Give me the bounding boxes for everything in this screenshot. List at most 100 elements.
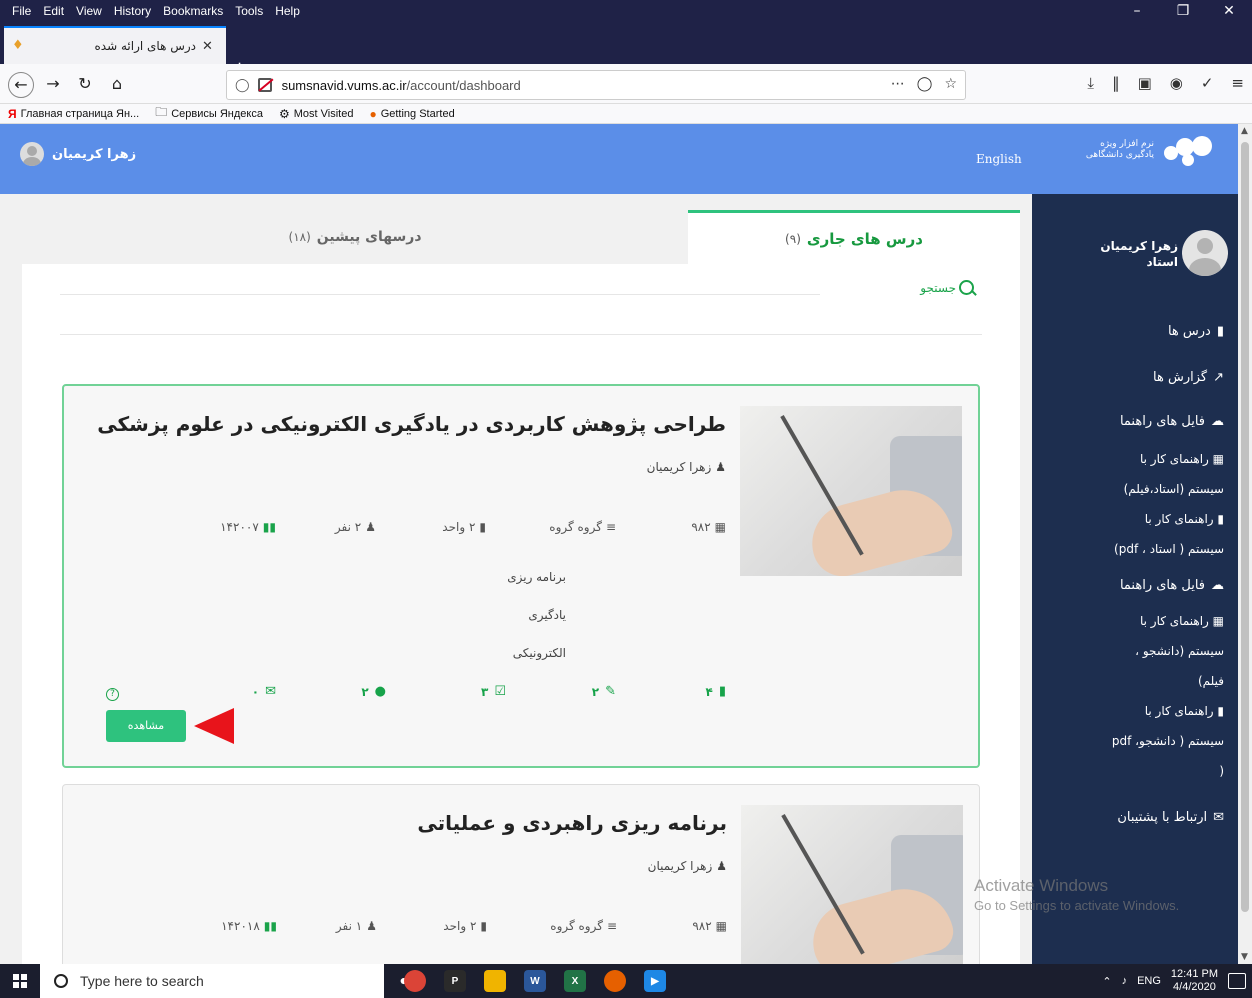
scroll-up-icon[interactable]: ▲ xyxy=(1241,126,1248,136)
insecure-lock-icon[interactable] xyxy=(257,78,272,92)
page-viewport: زهرا کریمیان English نرم افزار ویژه یادگ… xyxy=(0,124,1238,964)
nav-toolbar: ← → ↻ ⌂ ◯ sumsnavid.vums.ac.ir/account/d… xyxy=(0,64,1252,104)
clock[interactable]: 12:41 PM 4/4/2020 xyxy=(1171,968,1218,994)
scroll-thumb[interactable] xyxy=(1241,142,1249,912)
users-icon: ♟ xyxy=(366,919,377,933)
close-tab-icon[interactable]: ✕ xyxy=(202,39,216,54)
browser-tab[interactable]: ♦ درس های ارائه شده ✕ xyxy=(4,26,226,64)
tracking-shield-icon[interactable]: ◯ xyxy=(235,78,250,93)
users-icon: ♟ xyxy=(365,520,376,534)
search-toggle[interactable]: جستجو xyxy=(920,280,974,295)
bookmark-star-icon[interactable]: ☆ xyxy=(944,76,957,92)
media-player-icon[interactable]: ▶ xyxy=(644,970,666,992)
sidebar-item-reports[interactable]: ↗ گزارش ها xyxy=(1153,370,1224,385)
check-square-icon: ☑ xyxy=(494,684,506,699)
notifications-icon[interactable] xyxy=(1228,973,1246,989)
page-scrollbar[interactable]: ▲ ▼ xyxy=(1238,124,1252,964)
menu-edit[interactable]: Edit xyxy=(37,4,70,18)
guide-teacher-pdf-link[interactable]: ▮ راهنمای کار با xyxy=(1044,504,1224,534)
stat-messages[interactable]: ✉ ۰ xyxy=(252,684,276,699)
stat-quizzes[interactable]: ☑ ۳ xyxy=(481,684,506,699)
sidebar-toggle-icon[interactable]: ▣ xyxy=(1138,74,1152,92)
minimize-icon[interactable]: – xyxy=(1114,0,1160,22)
menu-history[interactable]: History xyxy=(108,4,157,18)
file-explorer-icon[interactable] xyxy=(484,970,506,992)
course-title[interactable]: برنامه ریزی راهبردی و عملیاتی xyxy=(417,811,727,835)
home-icon[interactable]: ⌂ xyxy=(104,72,130,98)
start-button[interactable] xyxy=(0,964,40,998)
account-icon[interactable]: ◉ xyxy=(1170,74,1183,92)
windows-logo-icon xyxy=(13,974,27,988)
course-group-name: برنامه ریزی یادگیری الکترونیکی xyxy=(507,570,566,660)
tab-current-courses[interactable]: درس های جاری (۹) xyxy=(688,210,1020,264)
calendar-icon: ▦ xyxy=(714,520,726,534)
course-title[interactable]: طراحی پژوهش کاربردی در یادگیری الکترونیک… xyxy=(97,412,726,436)
view-course-button[interactable]: مشاهده xyxy=(106,710,186,742)
sidebar-item-support[interactable]: ✉ ارتباط با پشتیبان xyxy=(1117,810,1224,825)
pocket-icon[interactable]: ◯ xyxy=(917,76,933,92)
forward-icon[interactable]: → xyxy=(40,72,66,98)
course-card: طراحی پژوهش کاربردی در یادگیری الکترونیک… xyxy=(62,384,980,768)
stat-assignments[interactable]: ✎ ۲ xyxy=(592,684,616,699)
chrome-icon[interactable] xyxy=(404,970,426,992)
help-icon[interactable]: ? xyxy=(106,688,119,701)
header-user[interactable]: زهرا کریمیان xyxy=(20,142,136,166)
downloads-icon[interactable]: ⤓ xyxy=(1087,74,1094,92)
back-icon[interactable]: ← xyxy=(8,72,34,98)
english-link[interactable]: English xyxy=(976,152,1022,166)
menu-help[interactable]: Help xyxy=(269,4,306,18)
menu-file[interactable]: File xyxy=(0,4,37,18)
book-icon: ▮ xyxy=(1216,324,1224,339)
guide-teacher-video-link[interactable]: ▦ راهنمای کار با xyxy=(1044,444,1224,474)
main-panel: درس های جاری (۹) درسهای پیشین (۱۸) جستجو… xyxy=(22,210,1020,964)
firefox-icon[interactable] xyxy=(604,970,626,992)
sidebar-item-guide-files[interactable]: ☁ فایل های راهنما xyxy=(1120,414,1224,429)
bookmark-most-visited[interactable]: ⚙ Most Visited xyxy=(279,107,353,121)
close-window-icon[interactable]: ✕ xyxy=(1206,0,1252,22)
course-tabs: درس های جاری (۹) درسهای پیشین (۱۸) xyxy=(22,210,1020,264)
sidebar: زهرا کریمیان استاد ▮ درس ها ↗ گزارش ها ☁… xyxy=(1032,194,1238,964)
list-icon: ≡ xyxy=(606,919,617,933)
book-icon: ▮ xyxy=(479,520,486,534)
restore-icon[interactable]: ❐ xyxy=(1160,0,1206,22)
bookmark-getting-started[interactable]: ● Getting Started xyxy=(369,107,454,121)
cart-icon[interactable]: ✓ xyxy=(1201,74,1214,92)
page-actions-icon[interactable]: ⋯ xyxy=(891,76,905,92)
barcode-icon: ▮▮ xyxy=(262,520,276,534)
sidebar-item-guide-files-2[interactable]: ☁ فایل های راهنما xyxy=(1120,578,1224,593)
cloud-download-icon: ☁ xyxy=(1211,578,1224,593)
stat-files[interactable]: ▮ ۴ xyxy=(706,684,726,699)
cortana-icon xyxy=(54,974,68,988)
tab-past-courses[interactable]: درسهای پیشین (۱۸) xyxy=(22,210,688,264)
menu-bookmarks[interactable]: Bookmarks xyxy=(157,4,229,18)
app-icon[interactable]: P xyxy=(444,970,466,992)
stat-forums[interactable]: ● ۲ xyxy=(361,684,386,699)
menu-tools[interactable]: Tools xyxy=(229,4,269,18)
yandex-icon: Я xyxy=(8,106,17,121)
calendar-icon: ▦ xyxy=(715,919,727,933)
address-bar[interactable]: ◯ sumsnavid.vums.ac.ir/account/dashboard… xyxy=(226,70,966,100)
taskbar-search[interactable]: Type here to search ● xyxy=(40,964,408,998)
tab-strip: ♦ درس های ارائه شده ✕ + xyxy=(0,22,1252,79)
input-language[interactable]: ENG xyxy=(1137,975,1161,987)
sidebar-item-courses[interactable]: ▮ درس ها xyxy=(1168,324,1224,339)
bookmark-yandex-home[interactable]: Я Главная страница Ян... xyxy=(8,107,139,121)
course-meta: ▦ ۹۸۲ ≡ گروه گروه ▮ ۲ واحد ♟ ۱ نفر ▮▮ ۱۴۲۰۱۸ xyxy=(221,919,727,933)
tray-chevron-icon[interactable]: ⌃ xyxy=(1102,975,1111,988)
bookmark-yandex-services[interactable]: 🗀 Сервисы Яндекса xyxy=(155,103,263,124)
comments-icon: ● xyxy=(374,684,386,699)
course-meta: ▦ ۹۸۲ ≡ گروه گروه ▮ ۲ واحد ♟ ۲ نفر ▮▮ ۱۴۲۰۰۷ xyxy=(220,520,726,534)
menu-view[interactable]: View xyxy=(70,4,108,18)
library-icon[interactable]: ‖ xyxy=(1112,74,1120,92)
guide-student-pdf-link[interactable]: ▮ راهنمای کار با xyxy=(1044,696,1224,726)
volume-icon[interactable]: ♪ xyxy=(1122,975,1128,987)
excel-icon[interactable]: X xyxy=(564,970,586,992)
site-logo[interactable]: نرم افزار ویژه یادگیری دانشگاهی xyxy=(1086,134,1214,166)
teacher-guides: ▦ راهنمای کار با سیستم (استاد،فیلم) ▮ را… xyxy=(1044,444,1224,564)
word-icon[interactable]: W xyxy=(524,970,546,992)
scroll-down-icon[interactable]: ▼ xyxy=(1241,952,1248,962)
guide-student-video-link[interactable]: ▦ راهنمای کار با xyxy=(1044,606,1224,636)
reload-icon[interactable]: ↻ xyxy=(72,72,98,98)
hamburger-menu-icon[interactable]: ≡ xyxy=(1231,74,1244,92)
avatar xyxy=(20,142,44,166)
